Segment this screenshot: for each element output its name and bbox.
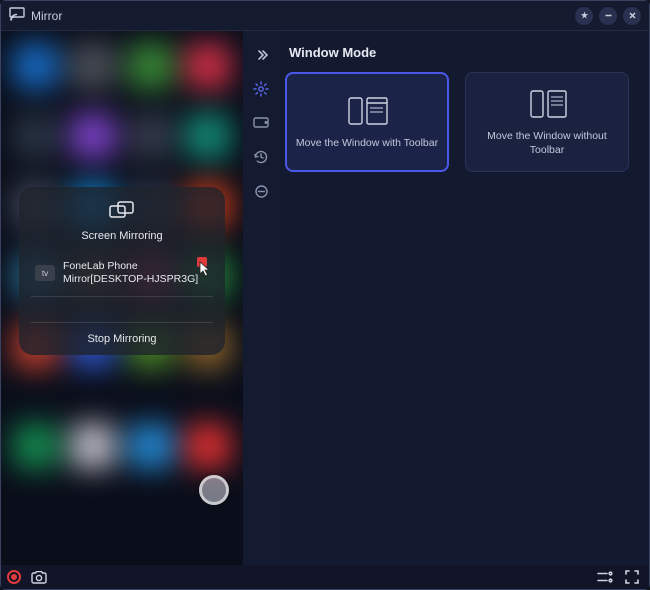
with-toolbar-icon bbox=[341, 93, 393, 129]
record-button[interactable] bbox=[7, 570, 21, 584]
titlebar: Mirror bbox=[1, 1, 649, 31]
body: Screen Mirroring tv FoneLab Phone Mirror… bbox=[1, 31, 649, 565]
mirror-target-row[interactable]: tv FoneLab Phone Mirror[DESKTOP-HJSPR3G] bbox=[31, 254, 213, 297]
option-with-toolbar[interactable]: Move the Window with Toolbar bbox=[285, 72, 449, 172]
screen-mirroring-overlay: Screen Mirroring tv FoneLab Phone Mirror… bbox=[19, 187, 225, 355]
mirror-icon bbox=[9, 7, 25, 24]
footer-bar bbox=[1, 565, 649, 589]
collapse-panel-button[interactable] bbox=[251, 45, 271, 65]
title-left: Mirror bbox=[9, 7, 62, 24]
stop-mirroring-button[interactable]: Stop Mirroring bbox=[31, 323, 213, 345]
option-label: Move the Window without Toolbar bbox=[474, 130, 620, 157]
block-tab[interactable] bbox=[251, 181, 271, 201]
panel-title: Window Mode bbox=[289, 45, 633, 60]
list-view-button[interactable] bbox=[597, 571, 613, 583]
app-title: Mirror bbox=[31, 9, 62, 23]
history-tab[interactable] bbox=[251, 147, 271, 167]
connect-indicator[interactable] bbox=[187, 254, 213, 280]
window-mode-options: Move the Window with Toolbar Move the Wi… bbox=[285, 72, 633, 172]
cursor-icon bbox=[197, 260, 215, 283]
overlay-title: Screen Mirroring bbox=[81, 230, 162, 242]
window-controls bbox=[575, 7, 641, 25]
minimize-button[interactable] bbox=[599, 7, 617, 25]
close-button[interactable] bbox=[623, 7, 641, 25]
option-label: Move the Window with Toolbar bbox=[296, 137, 438, 151]
footer-right bbox=[597, 570, 639, 584]
empty-slot bbox=[31, 297, 213, 323]
device-tab[interactable] bbox=[251, 113, 271, 133]
mirroring-icon bbox=[109, 201, 135, 226]
window-mode-panel: Window Mode Move the Window with Toolbar… bbox=[279, 31, 649, 565]
overlay-header: Screen Mirroring bbox=[31, 201, 213, 242]
fullscreen-button[interactable] bbox=[625, 570, 639, 584]
option-without-toolbar[interactable]: Move the Window without Toolbar bbox=[465, 72, 629, 172]
phone-preview[interactable]: Screen Mirroring tv FoneLab Phone Mirror… bbox=[1, 31, 243, 565]
settings-area: Window Mode Move the Window with Toolbar… bbox=[243, 31, 649, 565]
assistive-touch-button[interactable] bbox=[199, 475, 229, 505]
screenshot-button[interactable] bbox=[31, 571, 47, 584]
footer-left bbox=[7, 570, 47, 584]
appletv-icon: tv bbox=[35, 265, 55, 281]
side-toolbar bbox=[243, 31, 279, 565]
pin-button[interactable] bbox=[575, 7, 593, 25]
settings-tab[interactable] bbox=[251, 79, 271, 99]
app-window: Mirror bbox=[0, 0, 650, 590]
without-toolbar-icon bbox=[521, 86, 573, 122]
